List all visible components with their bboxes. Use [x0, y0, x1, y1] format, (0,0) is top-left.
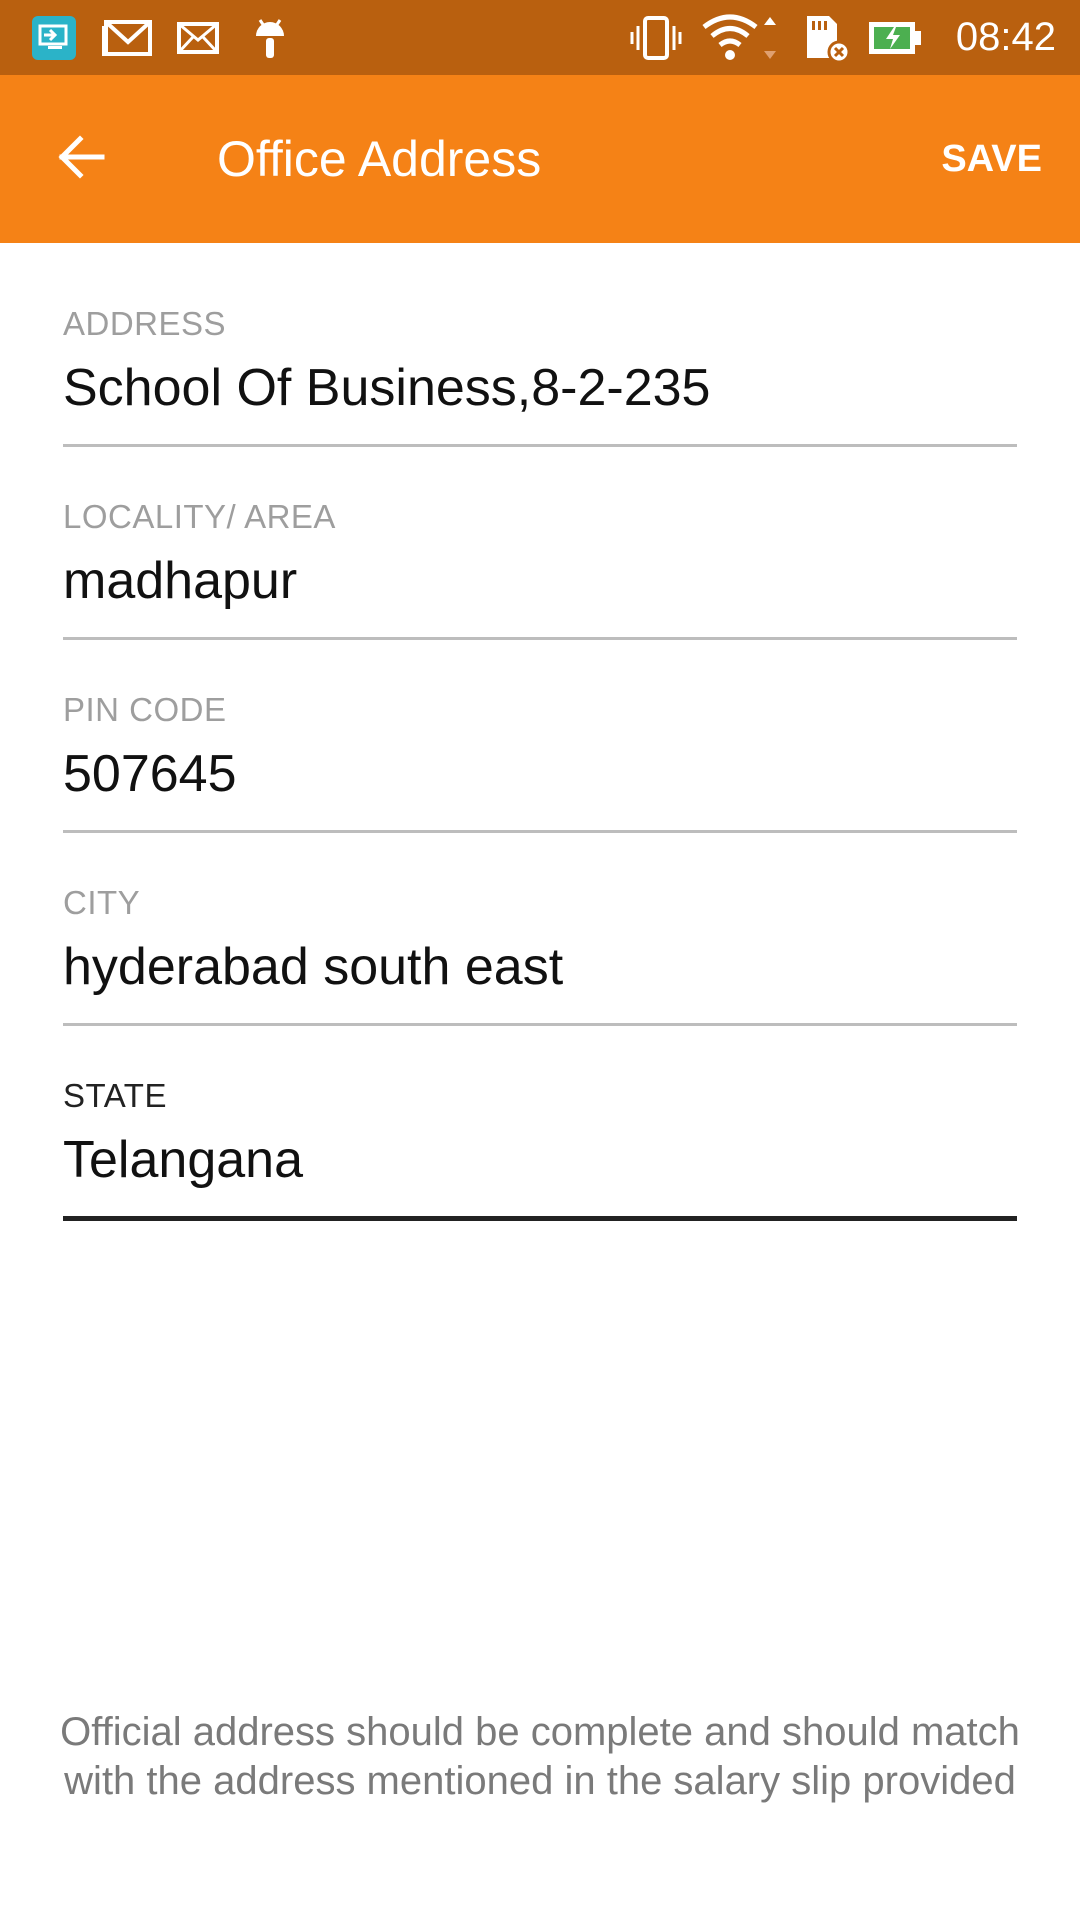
locality-field: LOCALITY/ AREA: [63, 436, 1017, 640]
save-button[interactable]: SAVE: [941, 75, 1042, 243]
state-input[interactable]: [63, 1125, 1017, 1195]
state-field: STATE: [63, 1015, 1017, 1221]
screen-share-icon: [28, 0, 80, 75]
wifi-icon: [698, 0, 780, 75]
mail-icon: [174, 0, 222, 75]
footer-note: Official address should be complete and …: [60, 1710, 1020, 1803]
city-input[interactable]: [63, 932, 1017, 1002]
address-input[interactable]: [63, 353, 1017, 423]
pin-code-field: PIN CODE: [63, 629, 1017, 833]
city-field: CITY: [63, 822, 1017, 1026]
back-button[interactable]: [40, 119, 120, 199]
pin-code-input[interactable]: [63, 739, 1017, 809]
address-label: ADDRESS: [63, 305, 227, 342]
locality-input[interactable]: [63, 546, 1017, 616]
gmail-icon: [100, 0, 156, 75]
state-label: STATE: [63, 1077, 167, 1114]
pin-code-label: PIN CODE: [63, 691, 227, 728]
status-bar: 08:42: [0, 0, 1080, 75]
office-address-form: ADDRESS LOCALITY/ AREA PIN CODE CITY STA…: [63, 243, 1017, 1221]
status-time: 08:42: [955, 15, 1056, 59]
android-debug-icon: [248, 0, 292, 75]
locality-label: LOCALITY/ AREA: [63, 498, 336, 535]
sd-card-icon: [800, 0, 852, 75]
app-bar: Office Address SAVE: [0, 75, 1080, 243]
address-field: ADDRESS: [63, 243, 1017, 447]
page-title: Office Address: [217, 131, 542, 187]
vibrate-icon: [626, 0, 686, 75]
state-underline: [63, 1216, 1017, 1221]
battery-charging-icon: [866, 0, 924, 75]
arrow-back-icon: [54, 131, 106, 188]
city-label: CITY: [63, 884, 141, 921]
